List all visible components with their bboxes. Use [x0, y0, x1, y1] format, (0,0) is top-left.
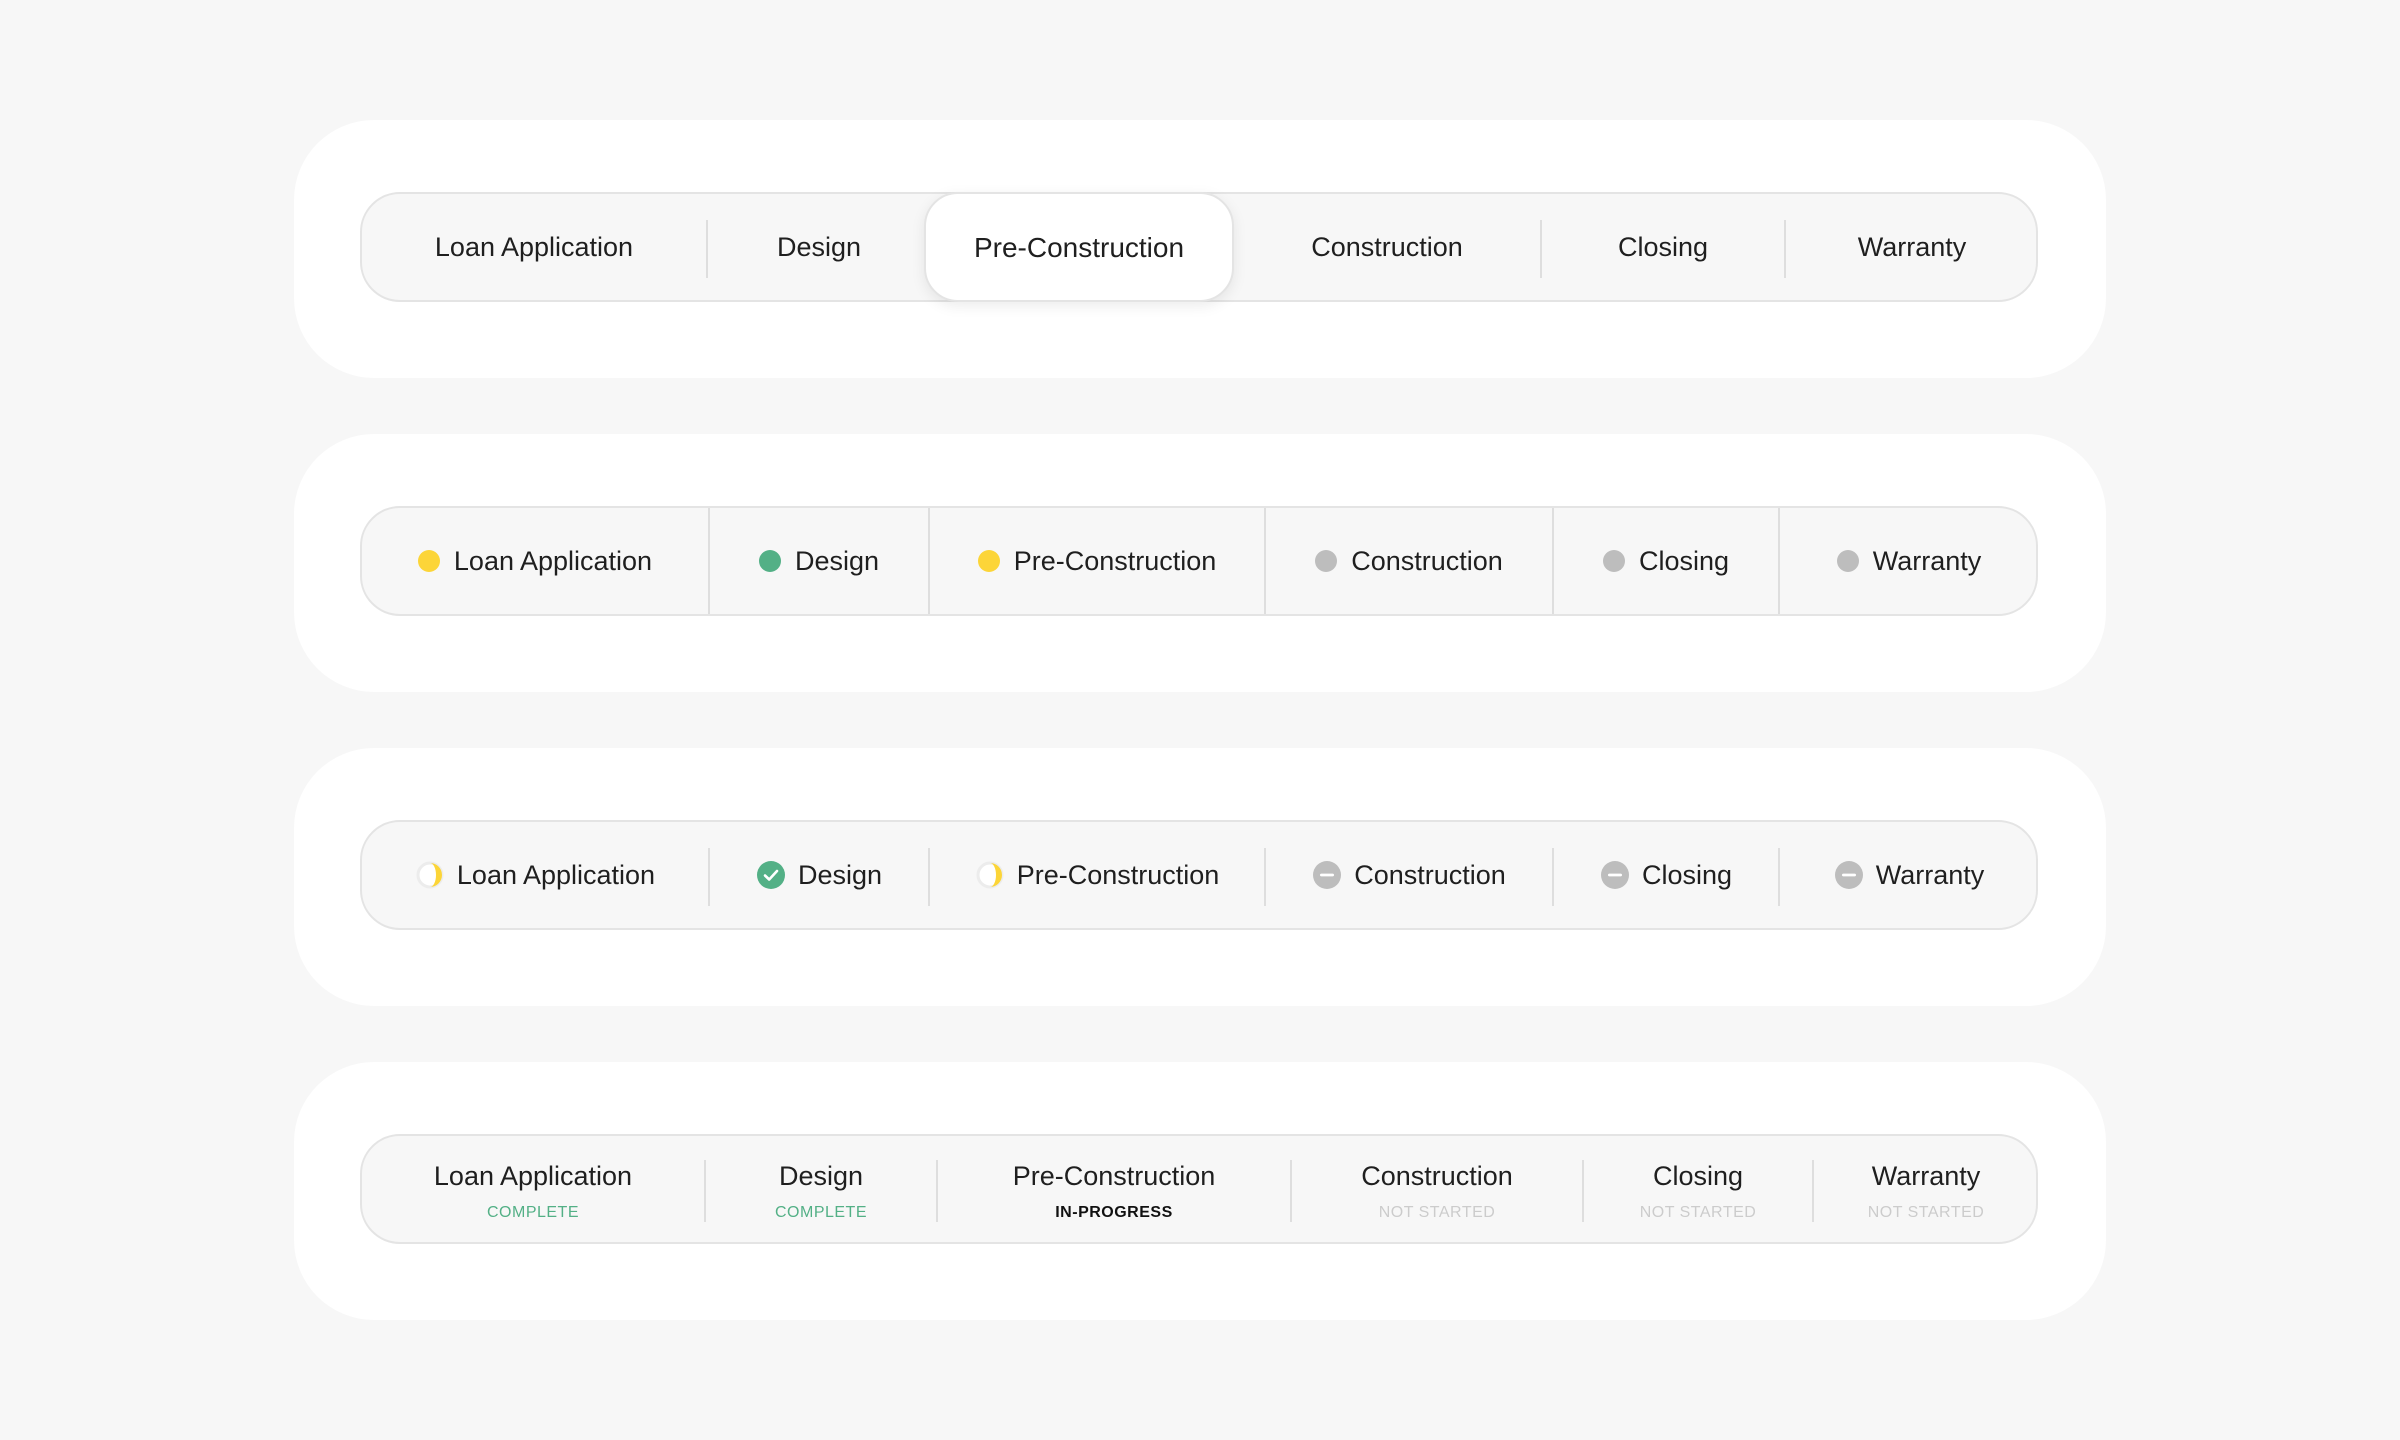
in-progress-ring-icon [975, 860, 1005, 890]
tab-construction[interactable]: Construction [1234, 194, 1540, 300]
tab-loan-application[interactable]: Loan Application COMPLETE [362, 1136, 704, 1242]
tab-label: Design [797, 859, 883, 890]
stage-dot-bar: Loan Application Design Pre-Construction… [360, 506, 2038, 616]
in-progress-dot-icon [977, 550, 1000, 572]
in-progress-ring-icon [415, 860, 445, 890]
stage-icon-bar: Loan Application Design Pre-Construction… [360, 820, 2038, 930]
tab-label: Design [778, 1160, 864, 1191]
variant-tabs-card: Loan Application Design Pre-Construction… [294, 120, 2106, 378]
tab-closing[interactable]: Closing [1542, 194, 1784, 300]
status-label: COMPLETE [486, 1203, 579, 1221]
tab-loan-application[interactable]: Loan Application [362, 822, 708, 928]
tab-loan-application[interactable]: Loan Application [362, 194, 706, 300]
tab-closing[interactable]: Closing [1554, 508, 1778, 614]
tab-warranty[interactable]: Warranty NOT STARTED [1814, 1136, 2038, 1242]
tab-label: Closing [1638, 545, 1730, 576]
tab-label: Warranty [1872, 545, 1982, 576]
not-started-dot-icon [1836, 550, 1859, 572]
status-label: NOT STARTED [1639, 1203, 1757, 1221]
complete-dot-icon [758, 550, 781, 572]
tab-label: Construction [1351, 545, 1503, 576]
tab-label: Pre-Construction [1013, 545, 1217, 576]
tab-label: Loan Application [456, 859, 656, 890]
in-progress-dot-icon [417, 550, 440, 572]
tab-label: Loan Application [453, 545, 653, 576]
tab-pre-construction[interactable]: Pre-Construction [930, 508, 1264, 614]
tab-loan-application[interactable]: Loan Application [362, 508, 708, 614]
tab-label: Closing [1617, 231, 1709, 262]
tab-label: Warranty [1871, 1160, 1981, 1191]
tab-design[interactable]: Design COMPLETE [706, 1136, 936, 1242]
tab-label: Pre-Construction [1016, 859, 1220, 890]
tab-design[interactable]: Design [710, 822, 928, 928]
status-label: IN-PROGRESS [1055, 1203, 1173, 1221]
tab-construction[interactable]: Construction NOT STARTED [1292, 1136, 1582, 1242]
stage-tab-bar: Loan Application Design Pre-Construction… [360, 192, 2038, 302]
tab-closing[interactable]: Closing NOT STARTED [1584, 1136, 1812, 1242]
check-circle-icon [756, 860, 786, 890]
tab-warranty[interactable]: Warranty [1786, 194, 2038, 300]
tab-label: Design [776, 231, 862, 262]
tab-design[interactable]: Design [708, 194, 930, 300]
tab-label: Design [794, 545, 880, 576]
minus-circle-icon [1834, 860, 1864, 890]
tab-pre-construction[interactable]: Pre-Construction [924, 192, 1234, 302]
tab-warranty[interactable]: Warranty [1780, 822, 2038, 928]
tab-label: Closing [1652, 1160, 1744, 1191]
minus-circle-icon [1312, 860, 1342, 890]
tab-design[interactable]: Design [710, 508, 928, 614]
status-label: COMPLETE [774, 1203, 867, 1221]
variant-status-text-card: Loan Application COMPLETE Design COMPLET… [294, 1062, 2106, 1320]
tab-label: Closing [1641, 859, 1733, 890]
variant-dots-card: Loan Application Design Pre-Construction… [294, 434, 2106, 692]
tab-pre-construction[interactable]: Pre-Construction [930, 822, 1264, 928]
tab-closing[interactable]: Closing [1554, 822, 1778, 928]
tab-label: Construction [1311, 231, 1463, 262]
tab-pre-construction[interactable]: Pre-Construction IN-PROGRESS [938, 1136, 1290, 1242]
minus-circle-icon [1600, 860, 1630, 890]
tab-construction[interactable]: Construction [1266, 822, 1552, 928]
status-label: NOT STARTED [1867, 1203, 1985, 1221]
tab-label: Warranty [1875, 859, 1985, 890]
tab-label: Loan Application [434, 231, 634, 262]
tab-label: Construction [1361, 1160, 1513, 1191]
stage-status-bar: Loan Application COMPLETE Design COMPLET… [360, 1134, 2038, 1244]
tab-label: Loan Application [433, 1160, 633, 1191]
tab-construction[interactable]: Construction [1266, 508, 1552, 614]
not-started-dot-icon [1602, 550, 1625, 572]
tab-label: Pre-Construction [973, 232, 1185, 263]
status-label: NOT STARTED [1378, 1203, 1496, 1221]
tab-label: Pre-Construction [1012, 1160, 1216, 1191]
variant-icons-card: Loan Application Design Pre-Construction… [294, 748, 2106, 1006]
tab-label: Warranty [1857, 231, 1967, 262]
not-started-dot-icon [1315, 550, 1338, 572]
tab-warranty[interactable]: Warranty [1780, 508, 2038, 614]
tab-label: Construction [1354, 859, 1506, 890]
